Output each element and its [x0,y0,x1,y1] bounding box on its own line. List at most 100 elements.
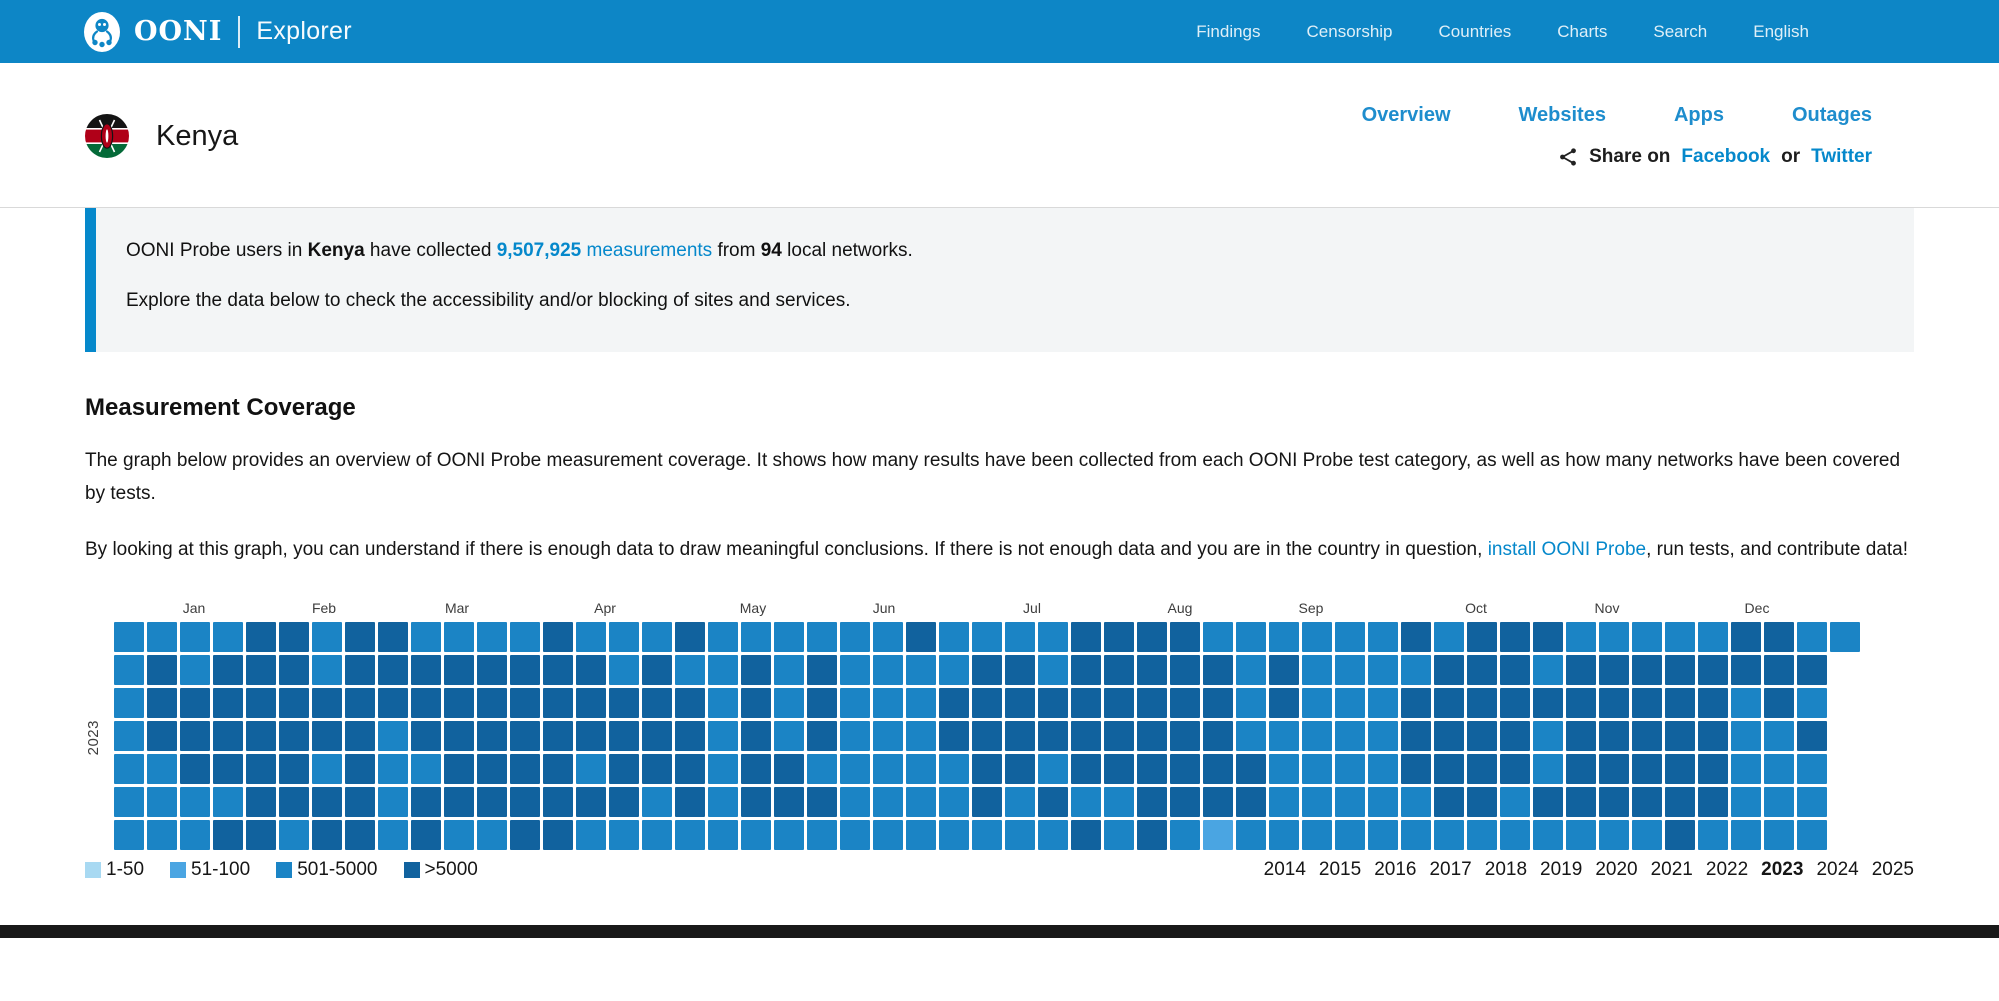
heatmap-cell[interactable] [477,721,507,751]
heatmap-cell[interactable] [1434,655,1464,685]
heatmap-cell[interactable] [246,820,276,850]
heatmap-cell[interactable] [1005,622,1035,652]
heatmap-cell[interactable] [1731,721,1761,751]
heatmap-cell[interactable] [1467,622,1497,652]
heatmap-cell[interactable] [972,721,1002,751]
heatmap-cell[interactable] [1038,787,1068,817]
heatmap-cell[interactable] [972,655,1002,685]
heatmap-cell[interactable] [312,688,342,718]
heatmap-cell[interactable] [1401,754,1431,784]
heatmap-cell[interactable] [1665,655,1695,685]
heatmap-cell[interactable] [246,787,276,817]
heatmap-cell[interactable] [1269,787,1299,817]
heatmap-cell[interactable] [609,655,639,685]
heatmap-cell[interactable] [345,754,375,784]
heatmap-cell[interactable] [1137,688,1167,718]
heatmap-cell[interactable] [213,721,243,751]
heatmap-cell[interactable] [708,754,738,784]
heatmap-cell[interactable] [774,754,804,784]
heatmap-cell[interactable] [1566,721,1596,751]
heatmap-cell[interactable] [1533,688,1563,718]
heatmap-cell[interactable] [1203,622,1233,652]
heatmap-cell[interactable] [180,688,210,718]
heatmap-cell[interactable] [1236,622,1266,652]
heatmap-cell[interactable] [1005,754,1035,784]
heatmap-cell[interactable] [741,787,771,817]
heatmap-cell[interactable] [1599,754,1629,784]
heatmap-cell[interactable] [1698,688,1728,718]
heatmap-cell[interactable] [147,622,177,652]
heatmap-cell[interactable] [1071,721,1101,751]
heatmap-cell[interactable] [1797,820,1827,850]
heatmap-cell[interactable] [1764,787,1794,817]
heatmap-cell[interactable] [1500,787,1530,817]
heatmap-cell[interactable] [1797,721,1827,751]
heatmap-cell[interactable] [1797,688,1827,718]
heatmap-cell[interactable] [444,655,474,685]
heatmap-cell[interactable] [411,721,441,751]
heatmap-cell[interactable] [741,622,771,652]
heatmap-cell[interactable] [774,655,804,685]
heatmap-cell[interactable] [576,721,606,751]
heatmap-cell[interactable] [675,820,705,850]
heatmap-cell[interactable] [1500,622,1530,652]
heatmap-cell[interactable] [1599,820,1629,850]
heatmap-cell[interactable] [906,820,936,850]
heatmap-cell[interactable] [1302,820,1332,850]
heatmap-cell[interactable] [1665,754,1695,784]
heatmap-cell[interactable] [147,820,177,850]
heatmap-cell[interactable] [279,787,309,817]
heatmap-cell[interactable] [840,787,870,817]
heatmap-cell[interactable] [1500,655,1530,685]
tab-apps[interactable]: Apps [1674,104,1724,127]
heatmap-cell[interactable] [1104,655,1134,685]
heatmap-cell[interactable] [510,721,540,751]
heatmap-cell[interactable] [213,688,243,718]
heatmap-cell[interactable] [675,688,705,718]
heatmap-cell[interactable] [1764,820,1794,850]
heatmap-cell[interactable] [1137,721,1167,751]
heatmap-cell[interactable] [576,820,606,850]
heatmap-cell[interactable] [1467,754,1497,784]
heatmap-cell[interactable] [411,688,441,718]
heatmap-cell[interactable] [279,754,309,784]
heatmap-cell[interactable] [543,820,573,850]
year-option-2023[interactable]: 2023 [1761,859,1803,881]
heatmap-cell[interactable] [1500,721,1530,751]
heatmap-cell[interactable] [444,820,474,850]
heatmap-cell[interactable] [1566,622,1596,652]
heatmap-cell[interactable] [972,787,1002,817]
heatmap-cell[interactable] [1467,655,1497,685]
heatmap-cell[interactable] [543,721,573,751]
heatmap-cell[interactable] [1434,688,1464,718]
heatmap-cell[interactable] [1533,754,1563,784]
heatmap-cell[interactable] [1599,787,1629,817]
heatmap-cell[interactable] [873,622,903,652]
heatmap-cell[interactable] [1434,721,1464,751]
tab-outages[interactable]: Outages [1792,104,1872,127]
heatmap-cell[interactable] [1368,655,1398,685]
heatmap-cell[interactable] [444,688,474,718]
install-ooni-probe-link[interactable]: install OONI Probe [1488,539,1646,560]
heatmap-cell[interactable] [1599,655,1629,685]
ooni-logo[interactable]: OONI Explorer [83,11,352,53]
heatmap-cell[interactable] [1698,622,1728,652]
heatmap-cell[interactable] [708,688,738,718]
heatmap-cell[interactable] [708,721,738,751]
heatmap-cell[interactable] [906,754,936,784]
heatmap-cell[interactable] [741,754,771,784]
heatmap-cell[interactable] [609,688,639,718]
heatmap-cell[interactable] [147,721,177,751]
nav-item-countries[interactable]: Countries [1439,22,1512,42]
heatmap-cell[interactable] [1764,622,1794,652]
heatmap-cell[interactable] [807,622,837,652]
heatmap-cell[interactable] [1038,688,1068,718]
heatmap-cell[interactable] [114,655,144,685]
heatmap-cell[interactable] [378,787,408,817]
heatmap-cell[interactable] [1731,622,1761,652]
heatmap-cell[interactable] [609,721,639,751]
heatmap-cell[interactable] [1269,655,1299,685]
heatmap-cell[interactable] [675,622,705,652]
heatmap-cell[interactable] [279,655,309,685]
heatmap-cell[interactable] [1764,688,1794,718]
